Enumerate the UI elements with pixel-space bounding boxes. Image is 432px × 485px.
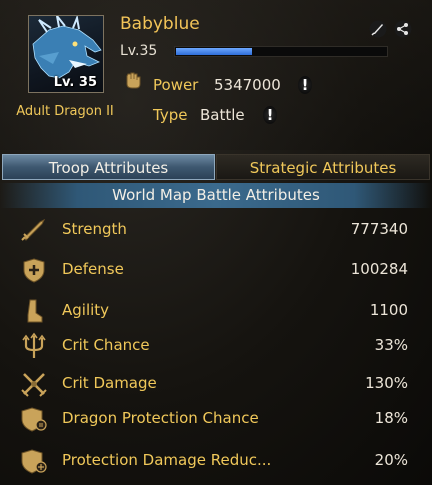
attribute-label: Strength xyxy=(62,220,127,238)
tab-troop-attributes[interactable]: Troop Attributes xyxy=(2,154,215,180)
attribute-value: 100284 xyxy=(350,260,408,278)
attribute-label: Crit Chance xyxy=(62,336,150,354)
attribute-row-agility: Agility 1100 xyxy=(0,293,432,327)
attribute-label: Crit Damage xyxy=(62,374,157,392)
share-icon[interactable] xyxy=(394,20,412,38)
attribute-row-protection-damage-reduction: Protection Damage Reduc... 20% xyxy=(0,443,432,477)
power-info-button[interactable]: ! xyxy=(298,76,312,94)
attribute-label: Agility xyxy=(62,301,110,319)
type-value: Battle xyxy=(200,106,245,124)
feather-pen-icon[interactable] xyxy=(369,20,387,38)
attribute-row-strength: Strength 777340 xyxy=(0,212,432,246)
portrait-level-label: Lv. 35 xyxy=(53,75,97,90)
dragon-type-name: Adult Dragon II xyxy=(16,104,114,119)
attribute-label: Dragon Protection Chance xyxy=(62,409,259,427)
attribute-value: 1100 xyxy=(369,301,408,319)
type-label: Type xyxy=(153,106,188,124)
attribute-row-crit-chance: Crit Chance 33% xyxy=(0,328,432,362)
power-value: 5347000 xyxy=(214,76,281,94)
power-label: Power xyxy=(153,76,199,94)
boot-icon xyxy=(27,299,43,323)
attribute-tabs: Troop Attributes Strategic Attributes xyxy=(0,154,432,180)
attribute-value: 777340 xyxy=(350,220,408,238)
attribute-label: Defense xyxy=(62,260,124,278)
experience-bar-fill xyxy=(176,48,252,55)
trident-icon xyxy=(22,332,46,358)
type-info-button[interactable]: ! xyxy=(263,106,277,124)
crossed-swords-icon xyxy=(21,373,47,397)
power-fist-icon xyxy=(126,72,141,89)
attribute-value: 130% xyxy=(365,374,408,392)
tab-strategic-attributes[interactable]: Strategic Attributes xyxy=(216,154,430,180)
dragon-name: Babyblue xyxy=(120,14,200,34)
shield-plus-icon xyxy=(23,258,45,283)
sword-icon xyxy=(21,218,46,241)
experience-bar xyxy=(174,46,388,57)
dragon-portrait[interactable]: Lv. 35 xyxy=(28,15,104,93)
dragon-shield-icon xyxy=(21,407,47,432)
attribute-row-crit-damage: Crit Damage 130% xyxy=(0,366,432,400)
attribute-row-defense: Defense 100284 xyxy=(0,252,432,286)
section-title: World Map Battle Attributes xyxy=(0,183,432,208)
attribute-value: 18% xyxy=(374,409,408,427)
attribute-row-dragon-protection-chance: Dragon Protection Chance 18% xyxy=(0,401,432,435)
attribute-label: Protection Damage Reduc... xyxy=(62,451,272,469)
attribute-value: 33% xyxy=(374,336,408,354)
dragon-level-label: Lv.35 xyxy=(120,43,158,59)
attribute-value: 20% xyxy=(374,451,408,469)
protection-shield-icon xyxy=(21,449,47,474)
